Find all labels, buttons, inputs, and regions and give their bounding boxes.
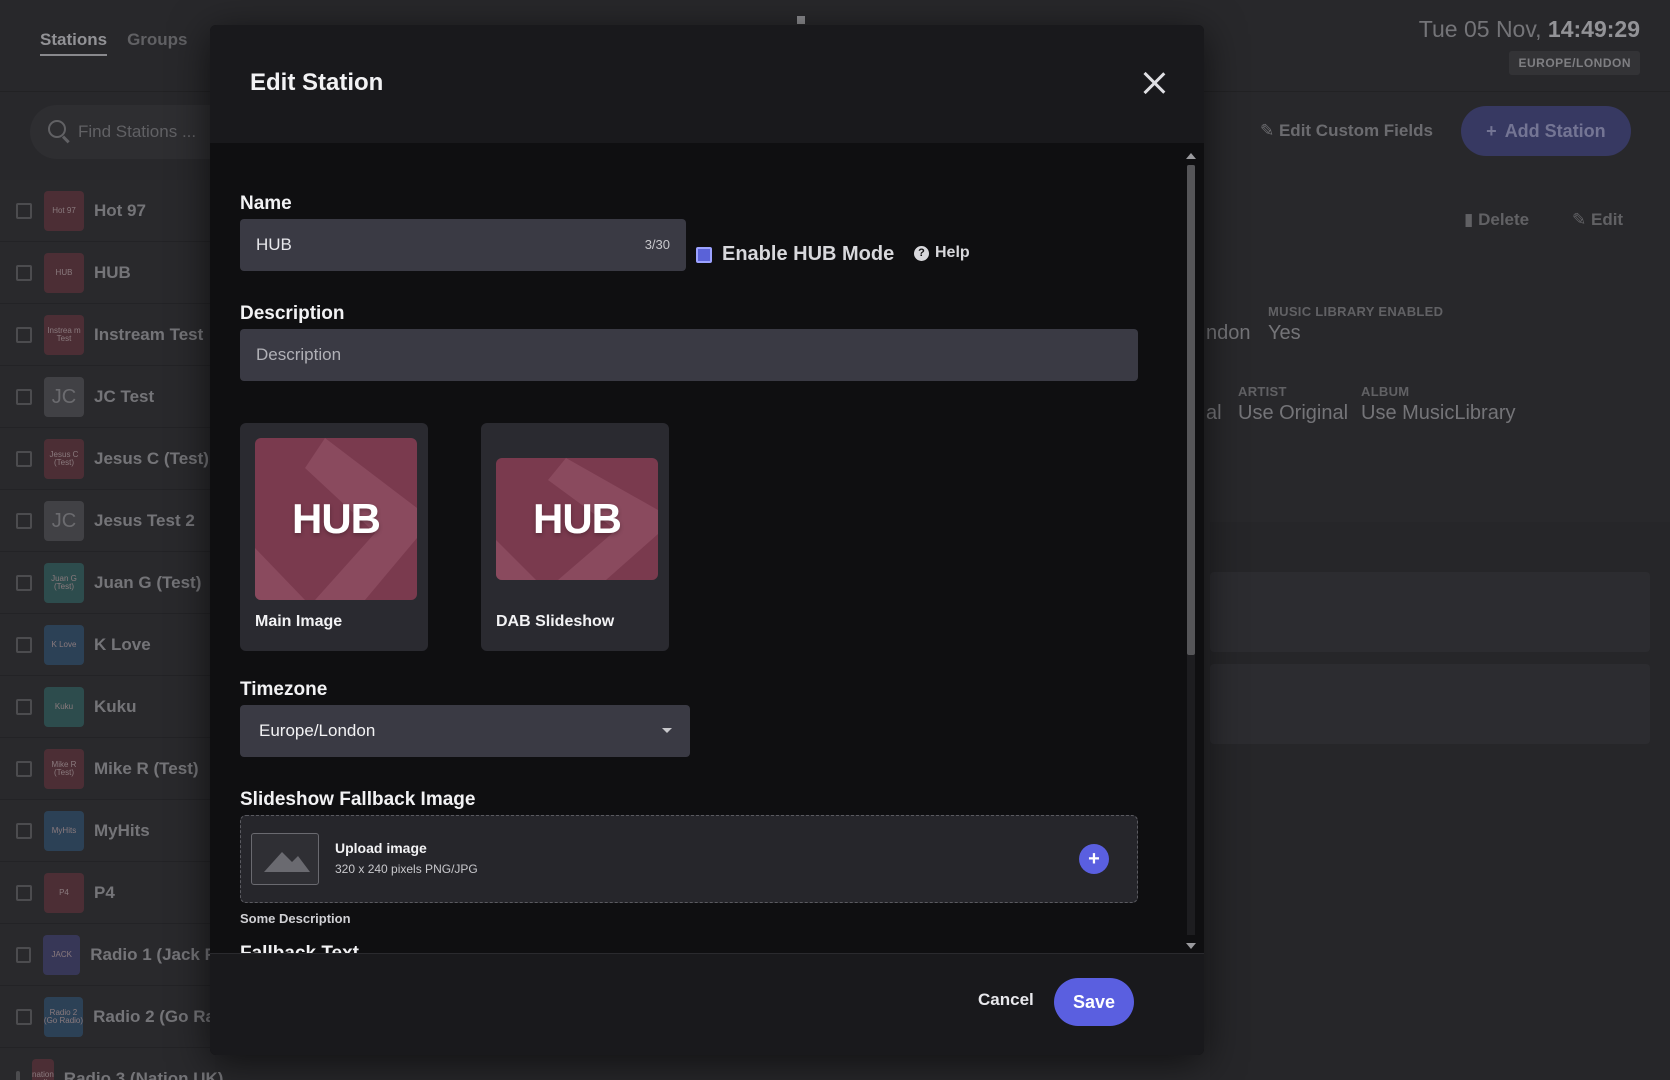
description-label: Description — [240, 303, 345, 324]
enable-hub-mode-label: Enable HUB Mode — [722, 243, 895, 265]
help-link[interactable]: ? Help — [914, 244, 970, 262]
main-image-caption: Main Image — [255, 613, 343, 630]
fallback-image-dropzone[interactable]: Upload image 320 x 240 pixels PNG/JPG + — [240, 815, 1138, 903]
add-image-button[interactable]: + — [1079, 844, 1109, 874]
scroll-thumb[interactable] — [1187, 165, 1195, 655]
description-input[interactable]: Description — [240, 329, 1138, 381]
help-icon: ? — [914, 245, 929, 261]
drag-handle — [797, 16, 805, 24]
name-value: HUB — [256, 235, 292, 254]
character-counter: 3/30 — [644, 237, 670, 252]
edit-station-dialog: Edit Station Name HUB 3/30 Enable HUB Mo… — [210, 25, 1204, 1055]
fallback-image-label: Slideshow Fallback Image — [240, 789, 476, 810]
name-label: Name — [240, 193, 292, 214]
image-placeholder-icon — [251, 833, 319, 885]
checkbox-checked-icon[interactable] — [696, 246, 712, 263]
name-input[interactable]: HUB 3/30 — [240, 219, 686, 271]
timezone-select[interactable]: Europe/London — [240, 705, 690, 757]
close-icon[interactable] — [1140, 69, 1168, 97]
dab-slideshow-caption: DAB Slideshow — [496, 613, 615, 630]
main-image-card[interactable]: HUB Main Image — [240, 423, 428, 651]
timezone-selected-value: Europe/London — [259, 721, 376, 740]
scroll-up-icon[interactable] — [1186, 153, 1196, 159]
scroll-down-icon[interactable] — [1186, 943, 1196, 949]
enable-hub-mode-checkbox[interactable]: Enable HUB Mode — [696, 243, 894, 266]
dialog-title: Edit Station — [250, 69, 384, 96]
upload-title: Upload image — [335, 840, 427, 856]
fallback-text-label: Fallback Text — [240, 943, 359, 953]
mountain-icon — [264, 852, 310, 872]
dab-slideshow-preview[interactable]: HUB — [496, 458, 658, 580]
help-label: Help — [935, 244, 970, 261]
hub-logo-text: HUB — [533, 495, 622, 542]
dialog-body[interactable]: Name HUB 3/30 Enable HUB Mode ? Help Des… — [210, 143, 1204, 953]
description-placeholder: Description — [256, 345, 342, 364]
dialog-scrollbar[interactable] — [1184, 151, 1198, 951]
timezone-label: Timezone — [240, 679, 328, 700]
dialog-header: Edit Station — [210, 25, 1204, 143]
upload-hint: 320 x 240 pixels PNG/JPG — [335, 862, 478, 876]
dialog-footer: Cancel Save — [210, 953, 1204, 1055]
main-image-preview[interactable]: HUB — [255, 438, 417, 600]
fallback-image-description: Some Description — [240, 911, 351, 926]
cancel-button[interactable]: Cancel — [978, 990, 1034, 1010]
hub-logo-text: HUB — [292, 495, 381, 542]
chevron-down-icon — [662, 728, 672, 733]
save-button[interactable]: Save — [1054, 978, 1134, 1026]
dab-slideshow-card[interactable]: HUB DAB Slideshow — [481, 423, 669, 651]
